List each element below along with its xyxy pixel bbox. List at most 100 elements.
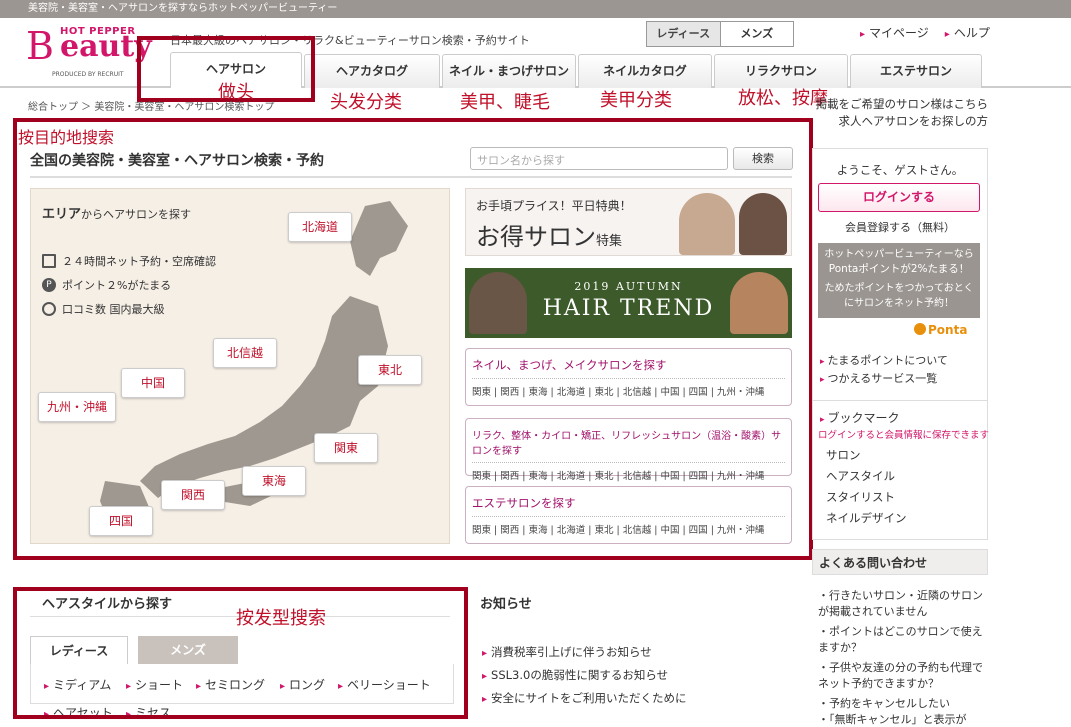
region-shikoku[interactable]: 四国 [89, 506, 153, 536]
faq-item-4[interactable]: 予約をキャンセルしたい [829, 697, 950, 710]
register-link[interactable]: 会員登録する（無料） [812, 219, 988, 235]
model-woman-image [679, 193, 735, 255]
tab-nail-catalog[interactable]: ネイルカタログ [578, 54, 712, 88]
feature-24h: ２４時間ネット予約・空席確認 [42, 253, 216, 269]
model-man-image [739, 193, 787, 255]
feature-point-text: ポイント２%がたまる [62, 279, 172, 292]
category-esthe[interactable]: エステサロンを探す 関東 | 関西 | 東海 | 北海道 | 東北 | 北信越 … [465, 486, 792, 544]
ponta-line-1: ホットペッパービューティーなら [824, 249, 974, 260]
salon-search-input[interactable]: サロン名から探す [470, 147, 728, 170]
top-banner-text: 美容院・美容室・ヘアサロンを探すならホットペッパービューティー [0, 0, 1071, 18]
faq-item-1[interactable]: 行きたいサロン・近隣のサロンが掲載されていません [818, 589, 983, 618]
category-nail[interactable]: ネイル、まつげ、メイクサロンを探す 関東 | 関西 | 東海 | 北海道 | 東… [465, 348, 792, 406]
hair-trend-banner[interactable]: 2019 AUTUMN HAIR TREND [465, 268, 792, 338]
category-esthe-regions[interactable]: 関東 | 関西 | 東海 | 北海道 | 東北 | 北信越 | 中国 | 四国 … [466, 517, 791, 536]
gender-ladies-button[interactable]: レディース [647, 22, 721, 46]
value-salon-banner[interactable]: お手頃プライス！平日特典！ お得サロン特集 [465, 188, 792, 256]
bookmark-stylist[interactable]: スタイリスト [826, 487, 907, 508]
help-link[interactable]: ヘルプ [945, 24, 990, 41]
category-esthe-title[interactable]: エステサロンを探す [466, 487, 791, 517]
feature-point: P ポイント２%がたまる [42, 277, 171, 293]
breadcrumb[interactable]: 総合トップ ＞ 美容院・美容室・ヘアサロン検索トップ [28, 98, 274, 113]
faq-item[interactable]: ・ポイントはどこのサロンで使えますか？ [818, 624, 984, 656]
region-kansai[interactable]: 関西 [161, 480, 225, 510]
ponta-logo-text: Ponta [928, 323, 968, 337]
region-hokkaido[interactable]: 北海道 [288, 212, 352, 242]
banner1-top-text: お手頃プライス！平日特典！ [476, 199, 632, 213]
faq-heading: よくある問い合わせ [812, 549, 988, 575]
point-info-link[interactable]: たまるポイントについて [820, 352, 948, 368]
area-heading-sub: からヘアサロンを探す [81, 208, 192, 221]
region-hokushinetsu[interactable]: 北信越 [213, 338, 277, 368]
service-list-link[interactable]: つかえるサービス一覧 [820, 370, 938, 386]
news-item-safety[interactable]: 安全にサイトをご利用いただくために [482, 690, 687, 706]
banner1-main-text: お得サロン特集 [476, 217, 622, 252]
area-heading-main: エリア [42, 207, 82, 222]
region-tokai[interactable]: 東海 [242, 466, 306, 496]
page-title: 全国の美容院・美容室・ヘアサロン検索・予約 [30, 153, 324, 169]
top-links: マイページ ヘルプ [860, 24, 990, 41]
region-chugoku[interactable]: 中国 [121, 368, 185, 398]
feature-review: 口コミ数 国内最大級 [42, 301, 165, 317]
bookmark-hairstyle[interactable]: ヘアスタイル [826, 466, 907, 487]
mypage-link[interactable]: マイページ [860, 24, 929, 41]
tab-esthe-salon[interactable]: エステサロン [850, 54, 982, 88]
banner1-suffix: 特集 [596, 234, 623, 249]
news-heading: お知らせ [480, 597, 532, 612]
bookmark-list: サロン ヘアスタイル スタイリスト ネイルデザイン [826, 445, 907, 529]
region-kyushu[interactable]: 九州・沖縄 [38, 392, 116, 422]
ponta-logo: Ponta [914, 323, 967, 337]
bookmark-salon[interactable]: サロン [826, 445, 907, 466]
tab-relax-salon[interactable]: リラクサロン [714, 54, 848, 88]
annotation-hairstyle: 按发型搜索 [236, 608, 326, 629]
area-heading: エリアからヘアサロンを探す [42, 203, 191, 222]
ponta-line-2: Pontaポイントが2%たまる！ [828, 263, 970, 275]
point-icon: P [42, 278, 56, 292]
category-relax-regions[interactable]: 関東 | 関西 | 東海 | 北海道 | 東北 | 北信越 | 中国 | 四国 … [466, 463, 791, 482]
monitor-icon [42, 254, 56, 268]
faq-item-5[interactable]: 「無断キャンセル」と表示が [829, 713, 967, 726]
bookmark-note: ログインすると会員情報に保存できます [818, 430, 990, 441]
region-tohoku[interactable]: 東北 [358, 355, 422, 385]
gender-toggle: レディース メンズ [646, 21, 794, 47]
search-button[interactable]: 検索 [733, 147, 793, 170]
feature-24h-text: ２４時間ネット予約・空席確認 [62, 255, 216, 268]
ponta-line-4: にサロンをネット予約！ [844, 298, 954, 309]
news-item-ssl[interactable]: SSL3.0の脆弱性に関するお知らせ [482, 667, 668, 683]
category-nail-title[interactable]: ネイル、まつげ、メイクサロンを探す [466, 349, 791, 379]
faq-item[interactable]: ・予約をキャンセルしたい [818, 696, 984, 712]
feature-review-text: 口コミ数 国内最大級 [62, 303, 165, 316]
annotation-catalog: 头发分类 [330, 92, 402, 113]
chat-bubble-icon [42, 302, 56, 316]
annotation-destination: 按目的地搜索 [18, 128, 115, 147]
faq-item[interactable]: ・行きたいサロン・近隣のサロンが掲載されていません [818, 588, 984, 620]
tab-hair-catalog[interactable]: ヘアカタログ [304, 54, 440, 88]
faq-item-2[interactable]: ポイントはどこのサロンで使えますか？ [818, 625, 983, 654]
logo-recruit: PRODUCED BY RECRUIT [52, 71, 124, 78]
ponta-line-3: ためたポイントをつかっておとく [824, 283, 974, 294]
tab-nail-eyelash[interactable]: ネイル・まつげサロン [442, 54, 576, 88]
ponta-face-icon [914, 323, 926, 335]
gender-mens-button[interactable]: メンズ [721, 22, 794, 46]
ponta-banner[interactable]: ホットペッパービューティーなら Pontaポイントが2%たまる！ ためたポイント… [818, 243, 980, 318]
bookmark-heading: ブックマーク [820, 409, 900, 426]
banner2-main-text: HAIR TREND [542, 296, 715, 321]
annotation-nail: 美甲、睫毛 [460, 92, 550, 113]
faq-item[interactable]: ・子供や友達の分の予約も代理でネット予約できますか？ [818, 660, 984, 692]
category-nail-regions[interactable]: 関東 | 関西 | 東海 | 北海道 | 東北 | 北信越 | 中国 | 四国 … [466, 379, 791, 398]
banner2-small-text: 2019 AUTUMN [574, 280, 683, 293]
faq-item[interactable]: ・「無断キャンセル」と表示が [818, 712, 984, 727]
news-item-tax[interactable]: 消費税率引上げに伴うお知らせ [482, 644, 652, 660]
banner1-main: お得サロン [476, 223, 596, 251]
logo-b[interactable]: B [26, 26, 62, 66]
category-relax-title[interactable]: リラク、整体・カイロ・矯正、リフレッシュサロン（温浴・酸素）サロンを探す [466, 419, 791, 463]
welcome-text: ようこそ、ゲストさん。 [836, 163, 964, 177]
faq-item-3[interactable]: 子供や友達の分の予約も代理でネット予約できますか？ [818, 661, 983, 690]
login-button[interactable]: ログインする [818, 183, 980, 212]
listing-link[interactable]: 掲載をご希望のサロン様はこちら [760, 96, 989, 113]
bookmark-nail-design[interactable]: ネイルデザイン [826, 508, 907, 529]
region-kanto[interactable]: 関東 [314, 433, 378, 463]
annotation-nailcat: 美甲分类 [600, 90, 672, 111]
title-divider [30, 176, 792, 178]
category-relax[interactable]: リラク、整体・カイロ・矯正、リフレッシュサロン（温浴・酸素）サロンを探す 関東 … [465, 418, 792, 482]
